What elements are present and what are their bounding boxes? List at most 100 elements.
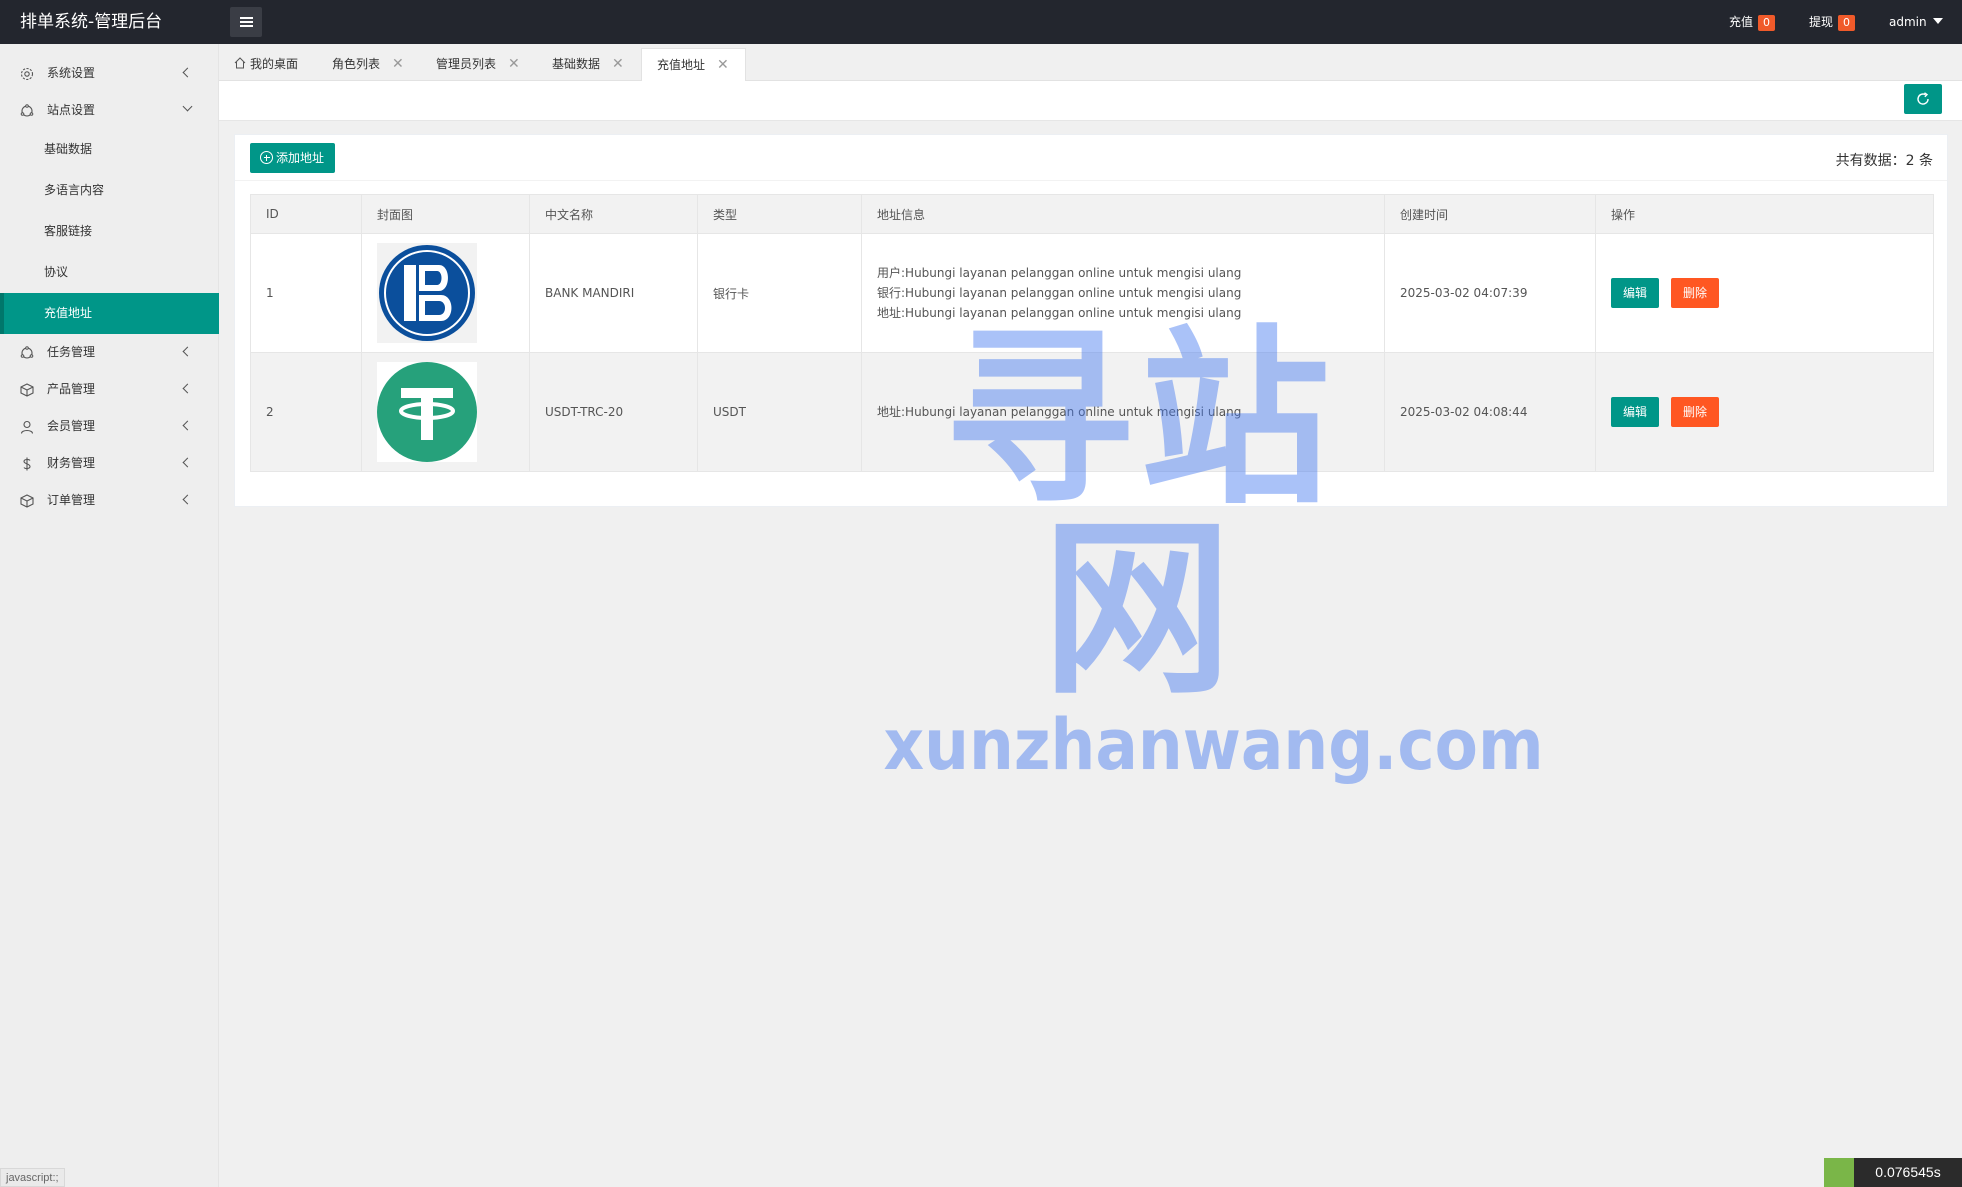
cell-name: USDT-TRC-20 [529, 352, 698, 472]
tab-label: 充值地址 [657, 58, 706, 72]
close-icon[interactable]: ✕ [612, 48, 624, 80]
sidebar-subitem-agreement[interactable]: 协议 [0, 252, 219, 293]
cell-created: 2025-03-02 04:07:39 [1384, 233, 1596, 353]
site-icon [20, 104, 34, 117]
sidebar-subitem-languages[interactable]: 多语言内容 [0, 170, 219, 211]
product-icon [20, 383, 34, 397]
page-toolbar [219, 81, 1962, 121]
cell-actions: 编辑 删除 [1595, 233, 1934, 353]
close-icon[interactable]: ✕ [717, 49, 729, 81]
recharge-link[interactable]: 充值 0 [1729, 0, 1776, 44]
column-header: 类型 [697, 194, 862, 234]
top-header: 排单系统-管理后台 充值 0 提现 0 admin [0, 0, 1962, 44]
close-icon[interactable]: ✕ [392, 48, 404, 80]
cell-actions: 编辑 删除 [1595, 352, 1934, 472]
tab-bar: 我的桌面 角色列表 ✕ 管理员列表 ✕ 基础数据 ✕ 充值地址 ✕ [219, 44, 1962, 81]
sidebar-item-site-settings[interactable]: 站点设置 [0, 92, 219, 129]
sidebar-subitem-recharge-address[interactable]: 充值地址 [0, 293, 219, 334]
cell-type: 银行卡 [697, 233, 862, 353]
edit-button[interactable]: 编辑 [1611, 397, 1660, 427]
refresh-icon [1917, 92, 1929, 105]
timer-logo-icon [1824, 1158, 1854, 1187]
usdt-logo-image [377, 362, 477, 462]
withdraw-link[interactable]: 提现 0 [1809, 0, 1856, 44]
add-button-label: 添加地址 [276, 151, 325, 165]
chevron-left-icon [182, 420, 193, 431]
recharge-badge: 0 [1758, 14, 1776, 31]
address-line: 地址:Hubungi layanan pelanggan online untu… [877, 306, 1242, 320]
edit-button[interactable]: 编辑 [1611, 278, 1660, 308]
user-name: admin [1889, 15, 1927, 29]
address-table: ID 封面图 中文名称 类型 地址信息 创建时间 操作 1 BANK MANDI… [250, 194, 1934, 472]
sidebar-subitem-service-links[interactable]: 客服链接 [0, 211, 219, 252]
tab-admins[interactable]: 管理员列表 ✕ [436, 48, 520, 81]
user-menu[interactable]: admin [1889, 0, 1943, 44]
watermark-en: xunzhanwang.com [883, 704, 1544, 786]
sidebar-item-label: 系统设置 [47, 66, 96, 80]
user-icon [20, 420, 34, 434]
add-address-button[interactable]: 添加地址 [250, 143, 335, 173]
delete-button[interactable]: 删除 [1671, 278, 1720, 308]
home-icon [234, 57, 246, 69]
cell-cover [361, 352, 530, 472]
add-circle-icon [260, 151, 273, 164]
refresh-button[interactable] [1904, 84, 1942, 114]
gear-icon [20, 67, 34, 81]
chevron-left-icon [182, 457, 193, 468]
page-timer: 0.076545s [1854, 1158, 1962, 1187]
bank-logo-image [377, 243, 477, 343]
sidebar-item-finance[interactable]: 财务管理 [0, 445, 219, 482]
sidebar-item-label: 订单管理 [47, 493, 96, 507]
cell-cover [361, 233, 530, 353]
tab-home[interactable]: 我的桌面 [234, 48, 298, 81]
sidebar-item-products[interactable]: 产品管理 [0, 371, 219, 408]
chevron-left-icon [182, 346, 193, 357]
chevron-down-icon [182, 101, 193, 112]
sidebar-item-orders[interactable]: 订单管理 [0, 482, 219, 519]
tab-label: 管理员列表 [436, 57, 497, 71]
sidebar-item-label: 产品管理 [47, 382, 96, 396]
delete-button[interactable]: 删除 [1671, 397, 1720, 427]
withdraw-badge: 0 [1838, 14, 1856, 31]
column-header: ID [250, 194, 362, 234]
column-header: 中文名称 [529, 194, 698, 234]
close-icon[interactable]: ✕ [508, 48, 520, 80]
column-header: 创建时间 [1384, 194, 1596, 234]
column-header: 地址信息 [861, 194, 1385, 234]
address-line: 银行:Hubungi layanan pelanggan online untu… [877, 286, 1242, 300]
data-card: 添加地址 共有数据：2 条 ID 封面图 中文名称 类型 地址信息 创建时间 操… [234, 134, 1948, 507]
sidebar: 系统设置 站点设置 基础数据 多语言内容 客服链接 协议 充值地址 任务管理 产… [0, 44, 219, 1187]
column-header: 封面图 [361, 194, 530, 234]
sidebar-item-members[interactable]: 会员管理 [0, 408, 219, 445]
withdraw-label: 提现 [1809, 15, 1834, 29]
app-title: 排单系统-管理后台 [20, 12, 163, 32]
column-header: 操作 [1595, 194, 1934, 234]
tab-roles[interactable]: 角色列表 ✕ [332, 48, 404, 81]
total-count: 共有数据：2 条 [1835, 153, 1933, 169]
task-icon [20, 346, 34, 359]
sidebar-subitem-basic-data[interactable]: 基础数据 [0, 129, 219, 170]
menu-toggle-button[interactable] [230, 7, 262, 37]
chevron-left-icon [182, 383, 193, 394]
cell-id: 1 [250, 233, 362, 353]
chevron-left-icon [182, 494, 193, 505]
dollar-icon [23, 457, 31, 471]
cell-name: BANK MANDIRI [529, 233, 698, 353]
address-line: 用户:Hubungi layanan pelanggan online untu… [877, 266, 1242, 280]
cell-address: 地址:Hubungi layanan pelanggan online untu… [861, 352, 1385, 472]
sidebar-item-tasks[interactable]: 任务管理 [0, 334, 219, 371]
caret-down-icon [1932, 17, 1943, 24]
cell-address: 用户:Hubungi layanan pelanggan online untu… [861, 233, 1385, 353]
sidebar-item-label: 会员管理 [47, 419, 96, 433]
sidebar-item-label: 财务管理 [47, 456, 96, 470]
tab-recharge-address[interactable]: 充值地址 ✕ [641, 48, 746, 81]
tab-basic-data[interactable]: 基础数据 ✕ [552, 48, 624, 81]
chevron-left-icon [182, 67, 193, 78]
status-bar-url: javascript:; [0, 1168, 65, 1187]
tab-label: 我的桌面 [250, 57, 299, 71]
table-row: 1 BANK MANDIRI 银行卡 用户:Hubungi layanan pe… [250, 233, 1934, 353]
table-row: 2 USDT-TRC-20 USDT 地址:Hubungi layanan pe… [250, 352, 1934, 472]
table-header-row: ID 封面图 中文名称 类型 地址信息 创建时间 操作 [250, 194, 1934, 234]
tab-label: 角色列表 [332, 57, 381, 71]
sidebar-item-system-settings[interactable]: 系统设置 [0, 55, 219, 92]
